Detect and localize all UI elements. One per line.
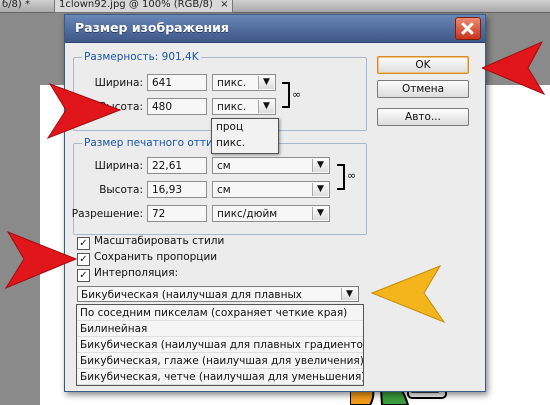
constrain-proportions-label: Сохранить пропорции (94, 251, 218, 263)
tab-label: 1clown92.jpg @ 100% (RGB/8) (59, 0, 213, 10)
pixel-width-unit-value: пикс. (217, 77, 247, 89)
chevron-down-icon[interactable]: ▼ (312, 183, 328, 196)
resolution-unit-value: пикс/дюйм (217, 208, 278, 220)
pixel-height-unit-select[interactable]: пикс. ▼ (212, 98, 276, 115)
cancel-button[interactable]: Отмена (377, 80, 469, 98)
pixel-height-field[interactable]: 480 (147, 98, 207, 115)
constrain-proportions-checkbox[interactable]: ✓ Сохранить пропорции (77, 250, 218, 266)
checkmark-icon[interactable]: ✓ (77, 237, 90, 250)
print-width-field[interactable]: 22,61 (147, 157, 207, 174)
close-tab-icon[interactable]: × (220, 0, 228, 10)
pixel-width-field[interactable]: 641 (147, 74, 207, 91)
chain-link-icon: ∞ (292, 88, 302, 101)
resample-label: Интерполяция: (94, 267, 179, 279)
chevron-down-icon[interactable]: ▼ (258, 100, 274, 113)
checkmark-icon[interactable]: ✓ (77, 253, 90, 266)
pixel-dimensions-legend: Размерность: 901,4K (84, 51, 199, 63)
chevron-down-icon[interactable]: ▼ (341, 288, 357, 300)
print-height-unit-select[interactable]: см ▼ (212, 181, 330, 198)
interpolation-select[interactable]: Бикубическая (наилучшая для плавных град… (77, 286, 359, 317)
resolution-label: Разрешение: (71, 208, 143, 220)
scale-styles-checkbox[interactable]: ✓ Масштабировать стили (77, 234, 225, 250)
tab-previous-document[interactable]: б/8) * (0, 0, 34, 12)
chevron-down-icon[interactable]: ▼ (258, 76, 274, 89)
unit-option-percent[interactable]: проц (212, 119, 278, 135)
red-arrow-icon (46, 83, 122, 140)
print-width-unit-select[interactable]: см ▼ (212, 157, 330, 174)
document-tab-bar: б/8) * 1clown92.jpg @ 100% (RGB/8) × (0, 0, 550, 13)
constrain-bracket (282, 82, 290, 108)
resolution-field[interactable]: 72 (147, 205, 207, 222)
unit-option-pixels[interactable]: пикс. (212, 135, 278, 151)
interpolation-option-bicubic-smoother[interactable]: Бикубическая, глаже (наилучшая для увели… (77, 353, 363, 369)
pixel-height-unit-value: пикс. (217, 101, 247, 113)
unit-dropdown-list: проц пикс. (211, 118, 279, 154)
chevron-down-icon[interactable]: ▼ (312, 207, 328, 220)
print-height-label: Высота: (99, 184, 143, 196)
interpolation-option-nearest[interactable]: По соседним пикселам (сохраняет четкие к… (77, 305, 363, 321)
tab-clown-document[interactable]: 1clown92.jpg @ 100% (RGB/8) × (54, 0, 234, 13)
checkmark-icon[interactable]: ✓ (77, 269, 90, 282)
chain-link-icon: ∞ (347, 169, 357, 182)
dialog-title: Размер изображения (75, 20, 229, 35)
interpolation-option-bicubic[interactable]: Бикубическая (наилучшая для плавных град… (77, 337, 363, 353)
print-width-unit-value: см (217, 160, 231, 172)
resolution-unit-select[interactable]: пикс/дюйм ▼ (212, 205, 330, 222)
scale-styles-label: Масштабировать стили (94, 235, 225, 247)
yellow-arrow-icon (370, 264, 446, 324)
tab-label: б/8) * (2, 0, 30, 10)
resample-checkbox[interactable]: ✓ Интерполяция: (77, 266, 179, 282)
red-arrow-icon (4, 230, 78, 290)
interpolation-option-bilinear[interactable]: Билинейная (77, 321, 363, 337)
print-height-field[interactable]: 16,93 (147, 181, 207, 198)
close-icon[interactable] (455, 17, 481, 40)
ok-button[interactable]: OK (377, 56, 469, 74)
dialog-titlebar[interactable]: Размер изображения (65, 15, 485, 43)
print-width-label: Ширина: (94, 160, 143, 172)
chevron-down-icon[interactable]: ▼ (312, 159, 328, 172)
constrain-bracket (337, 164, 345, 190)
print-height-unit-value: см (217, 184, 231, 196)
interpolation-option-bicubic-sharper[interactable]: Бикубическая, четче (наилучшая для умень… (77, 369, 363, 385)
pixel-width-unit-select[interactable]: пикс. ▼ (212, 74, 276, 91)
red-arrow-icon (482, 40, 546, 96)
auto-button[interactable]: Авто... (377, 108, 469, 126)
interpolation-options-list: По соседним пикселам (сохраняет четкие к… (76, 304, 364, 386)
